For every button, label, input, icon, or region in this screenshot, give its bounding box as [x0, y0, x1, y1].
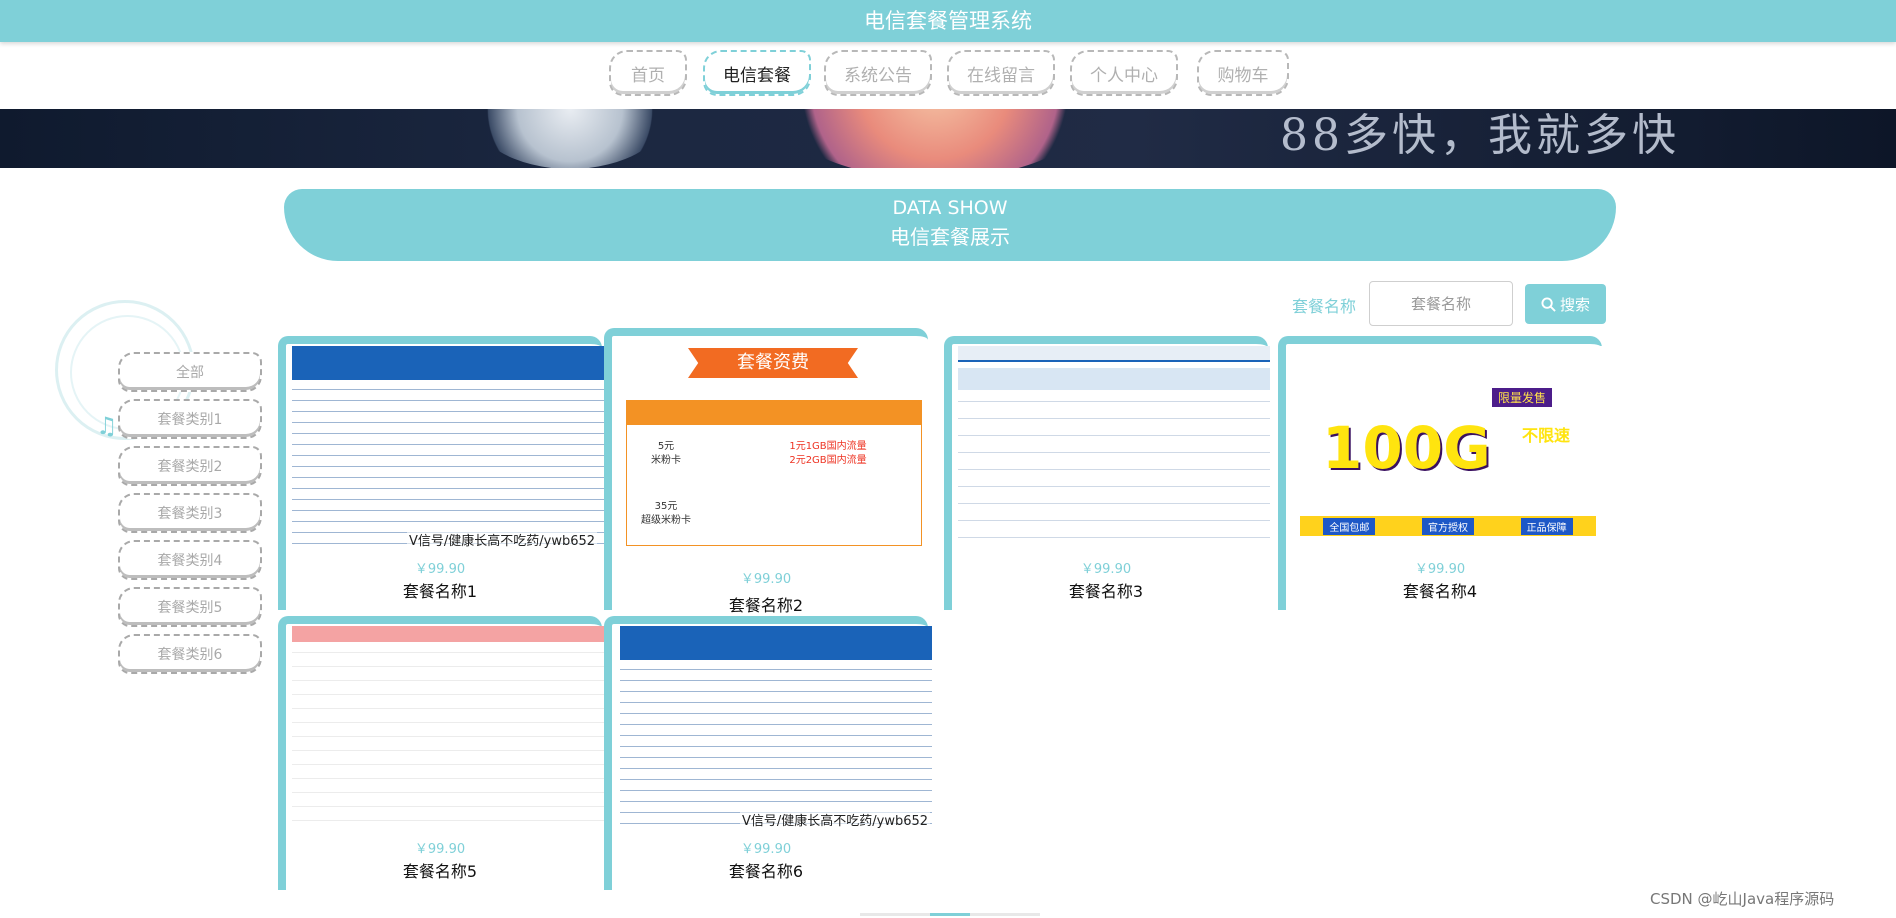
category-4[interactable]: 套餐类别4 — [118, 540, 262, 580]
tab-telecom-package[interactable]: 电信套餐 — [703, 50, 811, 96]
table-body — [620, 660, 932, 834]
package-price: ￥99.90 — [414, 842, 466, 857]
package-image[interactable]: 中国电信 全国通用 接听免费 月租9元 限量发售 100G 不限速 +300分钟… — [1292, 346, 1604, 554]
package-price: ￥99.90 — [1080, 562, 1132, 577]
app-title: 电信套餐管理系统 — [864, 9, 1032, 33]
table-header — [626, 400, 922, 424]
ad-bar: 全国包邮 官方授权 正品保障 — [1300, 516, 1596, 536]
tab-announcement[interactable]: 系统公告 — [824, 50, 932, 96]
category-6[interactable]: 套餐类别6 — [118, 634, 262, 674]
table-header — [292, 626, 604, 642]
section-header: DATA SHOW 电信套餐展示 — [284, 189, 1616, 261]
package-card[interactable]: 套餐资费 5元 米粉卡 35元 超级米粉卡 1元1GB国内流量 2元2GB国内流… — [604, 328, 930, 615]
ad-bar-item: 全国包邮 — [1323, 517, 1376, 535]
table-body — [292, 642, 604, 834]
pagination-bar — [860, 913, 1040, 916]
table-header — [958, 368, 1270, 390]
image-banner: 套餐资费 — [688, 348, 858, 378]
table-body — [292, 380, 604, 554]
search-icon — [1541, 296, 1556, 312]
tab-home[interactable]: 首页 — [609, 50, 687, 96]
pagination-active[interactable] — [930, 913, 970, 916]
package-image[interactable]: V信号/健康长高不吃药/ywb652 — [620, 626, 932, 834]
package-image[interactable] — [292, 626, 604, 834]
banner-shape — [470, 109, 670, 168]
tab-personal-center[interactable]: 个人中心 — [1070, 50, 1178, 96]
package-price: ￥99.90 — [414, 562, 466, 577]
package-price: ￥99.90 — [740, 842, 792, 857]
package-card[interactable]: ￥99.90 套餐名称3 — [944, 336, 1270, 610]
package-card[interactable]: 中国电信 全国通用 接听免费 月租9元 限量发售 100G 不限速 +300分钟… — [1278, 336, 1604, 610]
package-name[interactable]: 套餐名称3 — [944, 578, 1268, 602]
table-header — [620, 626, 932, 660]
category-2[interactable]: 套餐类别2 — [118, 446, 262, 486]
section-title-cn: 电信套餐展示 — [890, 225, 1010, 249]
image-tabs — [958, 346, 1270, 362]
package-image[interactable]: 套餐资费 5元 米粉卡 35元 超级米粉卡 1元1GB国内流量 2元2GB国内流… — [618, 340, 930, 548]
table-header — [292, 346, 604, 380]
ad-tag: 限量发售 — [1492, 388, 1553, 407]
image-watermark: V信号/健康长高不吃药/ywb652 — [407, 530, 598, 549]
category-5[interactable]: 套餐类别5 — [118, 587, 262, 627]
package-card[interactable]: V信号/健康长高不吃药/ywb652 ￥99.90 套餐名称1 — [278, 336, 604, 610]
section-title-en: DATA SHOW — [892, 197, 1008, 219]
package-name[interactable]: 套餐名称1 — [278, 578, 602, 602]
search-input[interactable] — [1369, 281, 1513, 326]
search-label: 套餐名称 — [1292, 297, 1357, 316]
banner-text: 88多快，我就多快 — [1280, 110, 1680, 161]
package-name[interactable]: 套餐名称5 — [278, 858, 602, 882]
table-cell: 5元 米粉卡 — [651, 441, 681, 466]
category-1[interactable]: 套餐类别1 — [118, 399, 262, 439]
search-button-label: 搜索 — [1559, 296, 1590, 314]
table-body — [958, 392, 1270, 554]
ad-bar-item: 官方授权 — [1421, 517, 1474, 535]
tab-messages[interactable]: 在线留言 — [947, 50, 1055, 96]
package-image[interactable] — [958, 346, 1270, 554]
ad-minutes: +300分钟 — [1512, 453, 1581, 469]
package-image[interactable]: V信号/健康长高不吃药/ywb652 — [292, 346, 604, 554]
ad-features: 全国流量 4G网络 首月免费 — [1312, 492, 1508, 511]
ad-unlimited: 不限速 — [1522, 426, 1571, 445]
music-note-icon: ♫ — [96, 412, 118, 440]
table-cell: 1元1GB国内流量 2元2GB国内流量 — [789, 441, 867, 466]
table-cell: 35元 超级米粉卡 — [641, 501, 691, 526]
ad-bar-item: 正品保障 — [1520, 517, 1573, 535]
brand-logo: 中国电信 — [1302, 358, 1355, 373]
ad-headline: 100G — [1322, 414, 1491, 482]
package-card[interactable]: V信号/健康长高不吃药/ywb652 ￥99.90 套餐名称6 — [604, 616, 932, 890]
package-card[interactable]: ￥99.90 套餐名称5 — [278, 616, 604, 890]
image-watermark: V信号/健康长高不吃药/ywb652 — [740, 810, 931, 829]
csdn-watermark: CSDN @屹山Java程序源码 — [1650, 890, 1835, 908]
package-name[interactable]: 套餐名称2 — [604, 592, 928, 616]
package-name[interactable]: 套餐名称4 — [1278, 578, 1602, 602]
category-all[interactable]: 全部 — [118, 352, 262, 392]
main-nav: 首页 电信套餐 系统公告 在线留言 个人中心 购物车 — [0, 50, 1896, 98]
package-name[interactable]: 套餐名称6 — [604, 858, 928, 882]
ad-slogan: 全国通用 接听免费 — [1402, 357, 1519, 373]
banner-shape — [770, 109, 1100, 168]
category-3[interactable]: 套餐类别3 — [118, 493, 262, 533]
header-bar: 电信套餐管理系统 — [0, 0, 1896, 42]
package-price: ￥99.90 — [1414, 562, 1466, 577]
package-price: ￥99.90 — [740, 572, 792, 587]
search-button[interactable]: 搜索 — [1525, 284, 1606, 324]
tab-cart[interactable]: 购物车 — [1197, 50, 1289, 96]
hero-banner[interactable]: 88多快，我就多快 — [0, 109, 1896, 168]
